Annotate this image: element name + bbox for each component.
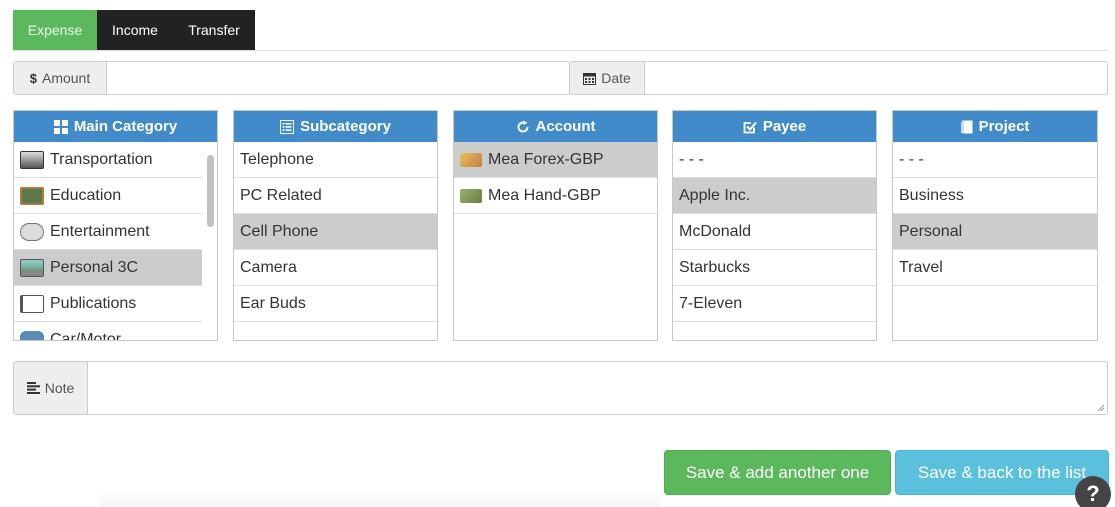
tab-transfer[interactable]: Transfer bbox=[173, 10, 255, 50]
payee-item-mcdonald[interactable]: McDonald bbox=[673, 214, 876, 250]
amount-addon: $ Amount bbox=[14, 62, 107, 94]
help-icon[interactable]: ? bbox=[1075, 476, 1111, 507]
laptop-icon bbox=[20, 258, 44, 277]
list-icon bbox=[280, 119, 295, 134]
category-scrollbar[interactable] bbox=[207, 155, 214, 227]
project-list[interactable]: - - - Business Personal Travel bbox=[893, 142, 1097, 340]
footer-shadow bbox=[100, 490, 660, 507]
category-item-car-motor[interactable]: Car/Motor bbox=[14, 322, 202, 340]
book-open-icon bbox=[20, 294, 44, 313]
cash-icon bbox=[460, 188, 482, 203]
date-label: Date bbox=[601, 70, 631, 86]
payee-header: Payee bbox=[673, 111, 876, 142]
subcategory-item-ear-buds[interactable]: Ear Buds bbox=[234, 286, 437, 322]
payee-list[interactable]: - - - Apple Inc. McDonald Starbucks 7-El… bbox=[673, 142, 876, 340]
tabs-divider bbox=[13, 50, 1108, 51]
main-category-title: Main Category bbox=[73, 118, 178, 135]
grid-icon bbox=[53, 119, 68, 134]
amount-input[interactable] bbox=[107, 62, 569, 94]
date-group: Date bbox=[569, 61, 1108, 95]
payee-item-none[interactable]: - - - bbox=[673, 142, 876, 178]
payee-item-apple[interactable]: Apple Inc. bbox=[673, 178, 876, 214]
account-panel: Account Mea Forex-GBP Mea Hand-GBP bbox=[453, 110, 658, 341]
subcategory-item-telephone[interactable]: Telephone bbox=[234, 142, 437, 178]
project-item-personal[interactable]: Personal bbox=[893, 214, 1097, 250]
category-item-education[interactable]: Education bbox=[14, 178, 202, 214]
project-panel: Project - - - Business Personal Travel bbox=[892, 110, 1098, 341]
main-category-panel: Main Category Transportation Education E… bbox=[13, 110, 218, 341]
subcategory-item-cell-phone[interactable]: Cell Phone bbox=[234, 214, 437, 250]
project-item-business[interactable]: Business bbox=[893, 178, 1097, 214]
category-item-entertainment[interactable]: Entertainment bbox=[14, 214, 202, 250]
align-left-icon bbox=[26, 382, 40, 394]
project-item-travel[interactable]: Travel bbox=[893, 250, 1097, 286]
amount-group: $ Amount bbox=[13, 61, 570, 95]
account-header: Account bbox=[454, 111, 657, 142]
type-tabs: Expense Income Transfer bbox=[13, 10, 255, 50]
payee-item-7-eleven[interactable]: 7-Eleven bbox=[673, 286, 876, 322]
payee-panel: Payee - - - Apple Inc. McDonald Starbuck… bbox=[672, 110, 877, 341]
money-icon bbox=[460, 152, 482, 167]
subcategory-panel: Subcategory Telephone PC Related Cell Ph… bbox=[233, 110, 438, 341]
save-add-another-button[interactable]: Save & add another one bbox=[664, 450, 891, 495]
category-item-transportation[interactable]: Transportation bbox=[14, 142, 202, 178]
subcategory-title: Subcategory bbox=[300, 118, 391, 135]
refresh-icon bbox=[517, 120, 529, 133]
subcategory-header: Subcategory bbox=[234, 111, 437, 142]
amount-label: Amount bbox=[41, 70, 91, 86]
calendar-icon bbox=[583, 72, 597, 85]
dollar-icon: $ bbox=[29, 70, 37, 86]
category-item-personal-3c[interactable]: Personal 3C bbox=[14, 250, 202, 286]
chalkboard-icon bbox=[20, 186, 44, 205]
tab-expense[interactable]: Expense bbox=[13, 10, 97, 50]
account-item-mea-forex-gbp[interactable]: Mea Forex-GBP bbox=[454, 142, 657, 178]
project-title: Project bbox=[978, 118, 1030, 135]
account-title: Account bbox=[535, 118, 596, 135]
subcategory-item-camera[interactable]: Camera bbox=[234, 250, 437, 286]
date-addon: Date bbox=[570, 62, 645, 94]
tab-income[interactable]: Income bbox=[97, 10, 173, 50]
project-item-none[interactable]: - - - bbox=[893, 142, 1097, 178]
check-icon bbox=[743, 121, 757, 133]
note-group: Note bbox=[13, 361, 1108, 415]
account-list[interactable]: Mea Forex-GBP Mea Hand-GBP bbox=[454, 142, 657, 340]
main-category-list[interactable]: Transportation Education Entertainment P… bbox=[14, 142, 217, 340]
category-item-publications[interactable]: Publications bbox=[14, 286, 202, 322]
book-icon bbox=[960, 120, 973, 134]
car-icon bbox=[20, 330, 44, 340]
note-addon: Note bbox=[14, 362, 88, 414]
payee-title: Payee bbox=[762, 118, 807, 135]
date-input[interactable] bbox=[645, 62, 1107, 94]
note-textarea[interactable] bbox=[88, 362, 1107, 414]
subcategory-list[interactable]: Telephone PC Related Cell Phone Camera E… bbox=[234, 142, 437, 340]
project-header: Project bbox=[893, 111, 1097, 142]
resize-handle-icon[interactable] bbox=[1097, 404, 1105, 412]
main-category-header: Main Category bbox=[14, 111, 217, 142]
account-item-mea-hand-gbp[interactable]: Mea Hand-GBP bbox=[454, 178, 657, 214]
note-label: Note bbox=[44, 380, 75, 396]
bus-icon bbox=[20, 150, 44, 169]
gamepad-icon bbox=[20, 222, 44, 241]
payee-item-starbucks[interactable]: Starbucks bbox=[673, 250, 876, 286]
subcategory-item-pc-related[interactable]: PC Related bbox=[234, 178, 437, 214]
